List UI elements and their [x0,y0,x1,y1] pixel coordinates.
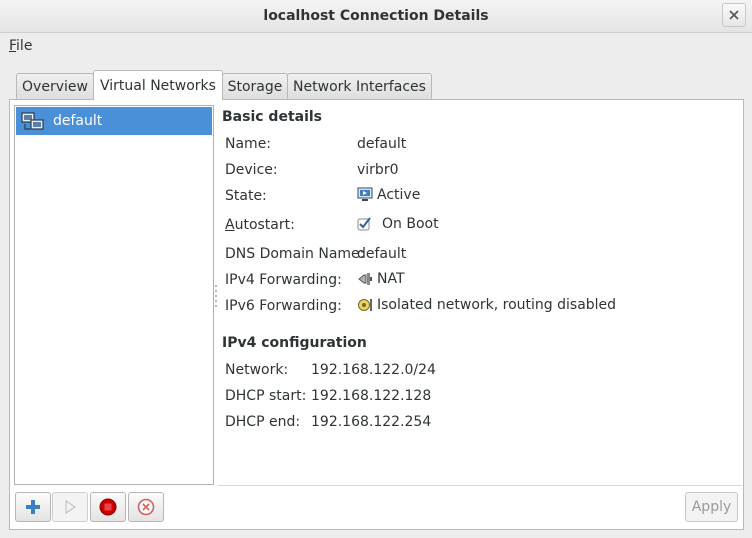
ipv6-forwarding-value: Isolated network, routing disabled [357,297,616,313]
plus-icon [26,500,40,514]
close-button[interactable] [722,3,746,27]
state-text: Active [377,187,421,203]
network-label: Network: [225,362,289,378]
state-value: Active [357,187,420,203]
menu-file[interactable]: File [9,38,32,54]
title-bar: localhost Connection Details [0,0,752,33]
tab-network-interfaces[interactable]: Network Interfaces [287,73,432,99]
ipv6-forwarding-text: Isolated network, routing disabled [377,297,617,313]
isolated-network-icon [358,299,372,311]
basic-details-heading: Basic details [222,109,323,125]
window-title: localhost Connection Details [263,8,489,24]
tab-storage[interactable]: Storage [222,73,288,99]
dhcp-start-label: DHCP start: [225,388,307,404]
ipv4-forwarding-label: IPv4 Forwarding: [225,272,342,288]
list-item[interactable]: default [16,107,212,135]
dhcp-end-label: DHCP end: [225,414,301,430]
dns-label: DNS Domain Name: [225,246,365,262]
tab-virtual-networks[interactable]: Virtual Networks [93,70,223,100]
bottom-separator [218,485,742,486]
ipv6-forwarding-label: IPv6 Forwarding: [225,298,342,314]
network-name: default [53,113,103,129]
dhcp-end-value: 192.168.122.254 [311,414,432,430]
name-label: Name: [225,136,272,152]
ipv4-config-heading: IPv4 configuration [222,335,367,351]
play-icon [65,500,77,514]
network-icon [21,112,44,130]
autostart-mnemonic: A [225,217,235,233]
delete-icon [137,498,155,516]
dns-value: default [357,246,407,262]
autostart-label-text: utostart: [234,217,295,233]
stop-icon [99,498,117,516]
state-active-icon [357,187,373,201]
tab-overview[interactable]: Overview [16,73,94,99]
device-value: virbr0 [357,162,399,178]
start-network-button[interactable] [52,492,88,522]
device-label: Device: [225,162,278,178]
menu-bar: File [0,33,752,61]
menu-file-mnemonic: F [9,38,17,54]
autostart-label: Autostart: [225,217,295,233]
menu-file-label: ile [16,38,33,54]
add-network-button[interactable] [15,492,51,522]
delete-network-button[interactable] [128,492,164,522]
network-value: 192.168.122.0/24 [311,362,436,378]
plug-icon [358,273,372,285]
name-value: default [357,136,407,152]
ipv4-forwarding-value: NAT [357,271,405,287]
autostart-value: On Boot [382,216,439,232]
ipv4-forwarding-text: NAT [377,271,405,287]
state-label: State: [225,188,267,204]
network-details: Basic details Name: default Device: virb… [218,105,738,485]
dhcp-start-value: 192.168.122.128 [311,388,432,404]
checkbox-checked-icon [357,217,371,231]
autostart-checkbox[interactable]: On Boot [357,216,439,232]
close-icon [729,10,739,20]
network-list[interactable]: default [14,105,214,485]
apply-button[interactable]: Apply [685,492,738,522]
stop-network-button[interactable] [90,492,126,522]
